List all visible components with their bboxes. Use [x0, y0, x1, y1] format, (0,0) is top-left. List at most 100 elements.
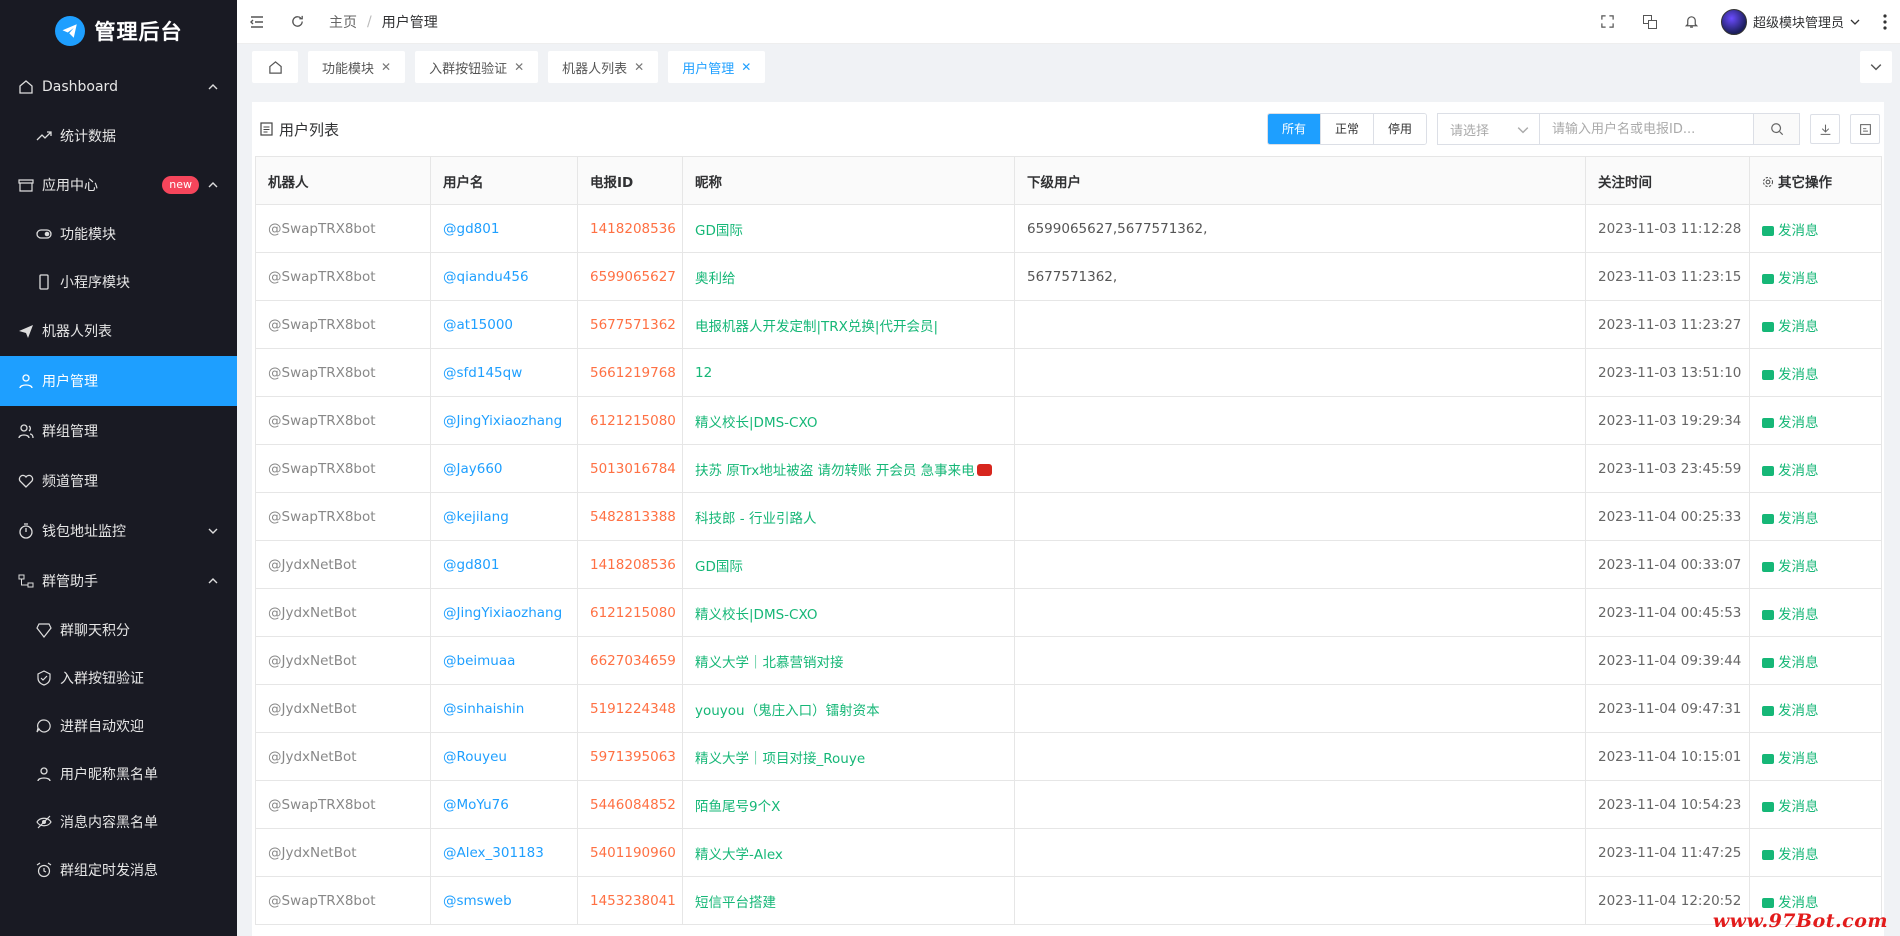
tab-home[interactable]: [252, 51, 298, 83]
sidebar-item-5[interactable]: 机器人列表: [0, 306, 237, 356]
user-menu[interactable]: 超级模块管理员: [1720, 8, 1860, 35]
menu-fold-icon[interactable]: [237, 0, 277, 44]
message-icon: [1762, 225, 1774, 236]
nickname-cell: GD国际: [682, 204, 1015, 253]
username-cell[interactable]: @qiandu456: [430, 252, 578, 301]
send-message-button[interactable]: 发消息: [1762, 223, 1819, 239]
send-message-button[interactable]: 发消息: [1762, 751, 1819, 767]
table-row: @SwapTRX8bot @smsweb 1453238041 短信平台搭建 2023-…: [255, 876, 1882, 925]
sidebar-item-10[interactable]: 群管助手: [0, 556, 237, 606]
filter-option-0[interactable]: 所有: [1267, 114, 1320, 144]
send-message-button[interactable]: 发消息: [1762, 463, 1819, 479]
sidebar-item-7[interactable]: 群组管理: [0, 406, 237, 456]
sidebar-item-8[interactable]: 频道管理: [0, 456, 237, 506]
print-button[interactable]: [1850, 114, 1880, 144]
send-message-label: 发消息: [1778, 222, 1819, 239]
tab-3[interactable]: 用户管理 ✕: [668, 51, 766, 83]
send-message-button[interactable]: 发消息: [1762, 607, 1819, 623]
sidebar-item-13[interactable]: 进群自动欢迎: [0, 702, 237, 750]
sidebar-item-11[interactable]: 群聊天积分: [0, 606, 237, 654]
bot-select-placeholder: 请选择: [1450, 123, 1490, 139]
close-icon[interactable]: ✕: [514, 60, 524, 74]
refresh-icon[interactable]: [277, 0, 317, 44]
telegram-logo-icon: [54, 16, 85, 46]
bot-select[interactable]: 请选择: [1437, 113, 1539, 145]
action-cell: 发消息: [1749, 204, 1882, 253]
fullscreen-icon[interactable]: [1587, 0, 1629, 44]
status-filter: 所有 正常 停用: [1266, 113, 1427, 145]
close-icon[interactable]: ✕: [741, 60, 751, 74]
search-input[interactable]: [1539, 113, 1754, 145]
tab-0[interactable]: 功能模块 ✕: [308, 51, 406, 83]
username-cell[interactable]: @at15000: [430, 300, 578, 349]
export-button[interactable]: [1810, 114, 1840, 144]
sidebar-item-15[interactable]: 消息内容黑名单: [0, 798, 237, 846]
sidebar-item-2[interactable]: 应用中心 new: [0, 160, 237, 210]
nickname-cell: 精义大学｜项目对接_Rouye: [682, 732, 1015, 781]
tab-1[interactable]: 入群按钮验证 ✕: [415, 51, 539, 83]
filter-option-1[interactable]: 正常: [1319, 114, 1373, 144]
tabs-dropdown[interactable]: [1860, 51, 1892, 83]
send-message-button[interactable]: 发消息: [1762, 655, 1819, 671]
username-cell[interactable]: @Alex_301183: [430, 828, 578, 877]
search-button[interactable]: [1754, 113, 1800, 145]
sidebar-item-label: 应用中心: [42, 178, 98, 194]
send-message-button[interactable]: 发消息: [1762, 703, 1819, 719]
sidebar-item-12[interactable]: 入群按钮验证: [0, 654, 237, 702]
follow-time-cell: 2023-11-04 00:25:33: [1585, 492, 1750, 541]
username-cell[interactable]: @sfd145qw: [430, 348, 578, 397]
logo[interactable]: 管理后台: [0, 0, 237, 62]
send-message-label: 发消息: [1778, 606, 1819, 623]
username-cell[interactable]: @Jay660: [430, 444, 578, 493]
username-cell[interactable]: @gd801: [430, 204, 578, 253]
send-message-label: 发消息: [1778, 846, 1819, 863]
nickname-cell: GD国际: [682, 540, 1015, 589]
filter-option-2[interactable]: 停用: [1372, 114, 1426, 144]
send-message-button[interactable]: 发消息: [1762, 895, 1819, 911]
username-cell[interactable]: @kejilang: [430, 492, 578, 541]
username-cell[interactable]: @JingYixiaozhang: [430, 588, 578, 637]
card-header: 用户列表 所有 正常 停用 请选择: [252, 102, 1884, 156]
send-message-button[interactable]: 发消息: [1762, 511, 1819, 527]
sidebar-item-4[interactable]: 小程序模块: [0, 258, 237, 306]
username-cell[interactable]: @smsweb: [430, 876, 578, 925]
sidebar-item-16[interactable]: 群组定时发消息: [0, 846, 237, 894]
send-message-button[interactable]: 发消息: [1762, 367, 1819, 383]
send-message-button[interactable]: 发消息: [1762, 847, 1819, 863]
page-tabs: 功能模块 ✕ 入群按钮验证 ✕ 机器人列表 ✕ 用户管理 ✕: [237, 44, 1900, 90]
sidebar-item-3[interactable]: 功能模块: [0, 210, 237, 258]
username-cell[interactable]: @gd801: [430, 540, 578, 589]
send-message-button[interactable]: 发消息: [1762, 799, 1819, 815]
username-cell[interactable]: @JingYixiaozhang: [430, 396, 578, 445]
table-row: @SwapTRX8bot @qiandu456 6599065627 奥利给 56775…: [255, 252, 1882, 301]
more-vertical-icon[interactable]: [1870, 0, 1900, 44]
username-cell[interactable]: @Rouyeu: [430, 732, 578, 781]
send-message-button[interactable]: 发消息: [1762, 559, 1819, 575]
tab-2[interactable]: 机器人列表 ✕: [548, 51, 659, 83]
close-icon[interactable]: ✕: [381, 60, 391, 74]
sidebar-item-0[interactable]: Dashboard: [0, 62, 237, 112]
breadcrumb-home[interactable]: 主页: [329, 12, 357, 32]
sidebar-item-6[interactable]: 用户管理: [0, 356, 237, 406]
send-message-button[interactable]: 发消息: [1762, 415, 1819, 431]
sub-users-cell: [1014, 636, 1586, 685]
send-message-button[interactable]: 发消息: [1762, 319, 1819, 335]
sidebar-item-1[interactable]: 统计数据: [0, 112, 237, 160]
action-cell: 发消息: [1749, 300, 1882, 349]
username-cell[interactable]: @beimuaa: [430, 636, 578, 685]
telephone-emoji-icon: [976, 463, 992, 476]
telegram-id-cell: 6121215080: [577, 396, 683, 445]
username-cell[interactable]: @sinhaishin: [430, 684, 578, 733]
username-cell[interactable]: @MoYu76: [430, 780, 578, 829]
sidebar-item-9[interactable]: 钱包地址监控: [0, 506, 237, 556]
close-icon[interactable]: ✕: [634, 60, 644, 74]
send-message-button[interactable]: 发消息: [1762, 271, 1819, 287]
chevron-up-icon: [208, 84, 218, 90]
bell-icon[interactable]: [1671, 0, 1713, 44]
nickname-text: 扶苏 原Trx地址被盗 请勿转账 开会员 急事来电: [695, 462, 975, 479]
table-body: @SwapTRX8bot @gd801 1418208536 GD国际 65990656…: [255, 204, 1882, 925]
trend-icon: [36, 128, 52, 144]
sidebar-item-14[interactable]: 用户昵称黑名单: [0, 750, 237, 798]
telegram-id-cell: 5482813388: [577, 492, 683, 541]
translate-icon[interactable]: [1629, 0, 1671, 44]
